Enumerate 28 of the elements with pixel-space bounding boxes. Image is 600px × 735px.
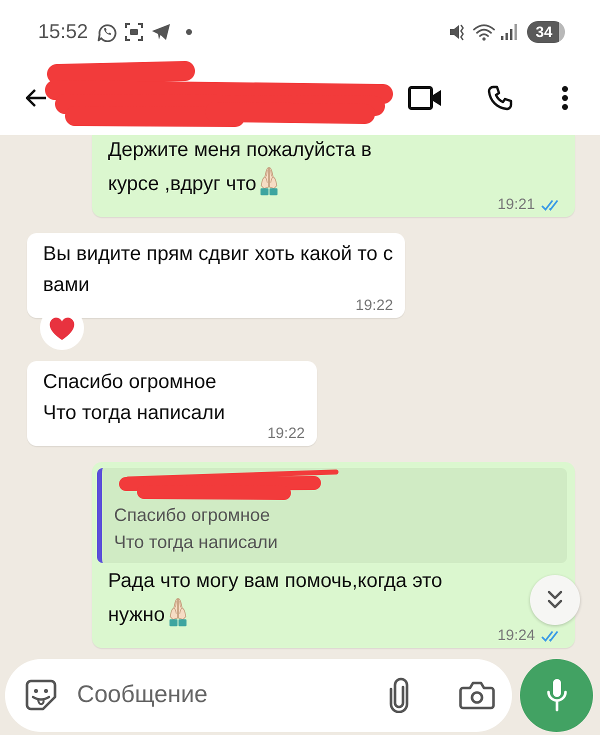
message-time: 19:22 [267, 425, 305, 442]
message-input-field[interactable]: Сообщение [5, 658, 512, 732]
notification-dot-icon [186, 29, 192, 35]
message-text-input[interactable]: Сообщение [77, 678, 367, 712]
video-call-icon[interactable] [408, 86, 442, 110]
paperclip-icon[interactable] [387, 677, 411, 713]
wifi-icon [473, 23, 495, 41]
message-time: 19:21 [497, 196, 535, 213]
signal-icon [501, 24, 517, 40]
more-options-icon[interactable] [561, 84, 569, 110]
back-arrow-icon[interactable] [25, 88, 47, 108]
message-time: 19:24 [497, 627, 535, 644]
camera-icon[interactable] [459, 680, 495, 710]
paper-plane-icon [151, 23, 172, 41]
status-time: 15:52 [38, 20, 88, 44]
microphone-icon [546, 678, 568, 712]
chat-bubble-icon [97, 22, 118, 42]
message-text: Вы видите прям сдвиг хоть какой то с вами [43, 243, 394, 296]
phone-call-icon[interactable] [487, 84, 513, 110]
message-time: 19:22 [356, 297, 394, 314]
battery-indicator: 34 [527, 21, 565, 43]
message-text: Спасибо огромное Что тогда написали [43, 371, 225, 424]
quoted-text: Спасибо огромное Что тогда написали [114, 504, 278, 554]
quoted-message[interactable]: Спасибо огромное Что тогда написали [97, 468, 567, 563]
message-text: Держите меня пожалуйста в курсе ,вдруг что [108, 139, 372, 195]
message-text: Рада что могу вам помочь,когда это нужно [108, 570, 442, 626]
sticker-icon[interactable] [25, 679, 57, 711]
screenshot-icon [124, 22, 144, 42]
